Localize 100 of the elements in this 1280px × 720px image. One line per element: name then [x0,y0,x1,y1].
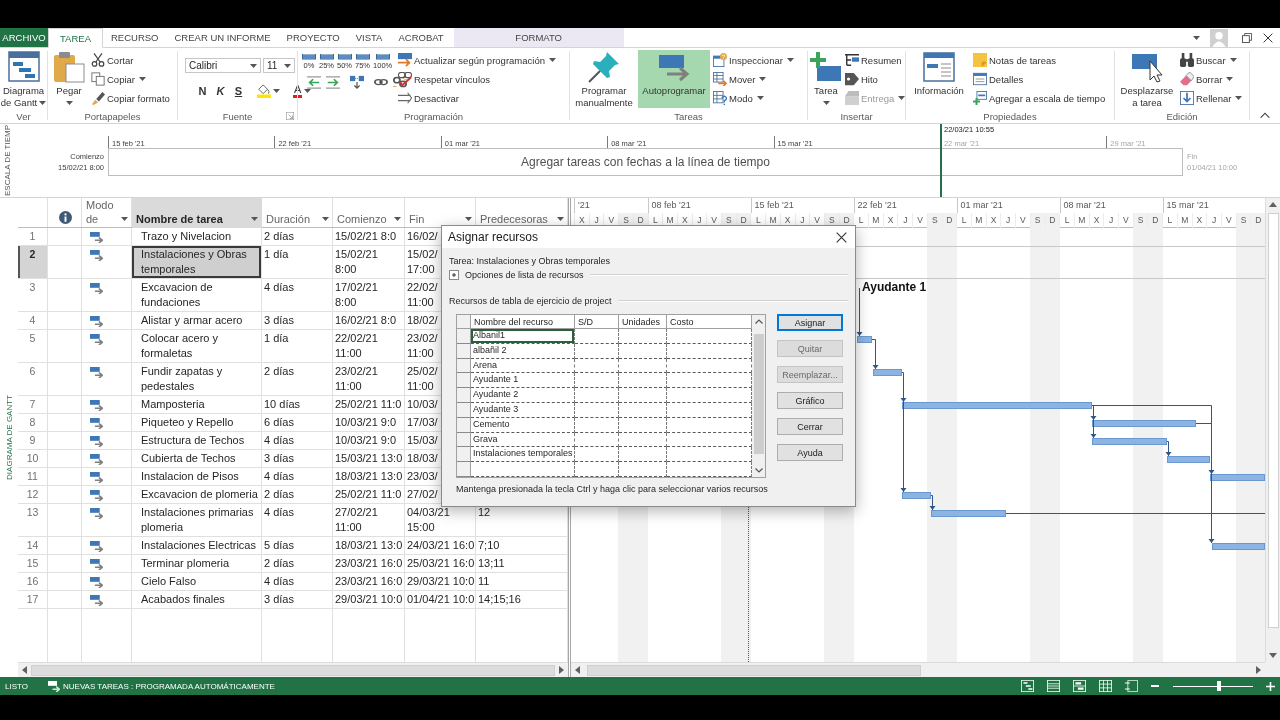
chevron-up-icon[interactable] [1260,112,1270,119]
chart-button[interactable]: Gráfico [777,392,843,409]
grid-cell[interactable] [667,358,752,374]
scrollbar-thumb[interactable] [31,664,555,676]
triangle-down-icon[interactable] [1269,653,1277,658]
ribbon-tab[interactable]: RECURSO [102,28,167,47]
assign-button[interactable]: Asignar [777,314,843,331]
ribbon-tab[interactable]: FORMATO [453,28,624,47]
close-icon[interactable] [836,231,847,243]
grid-cell[interactable] [619,447,667,463]
column-header[interactable]: Nombre de tarea [132,198,262,228]
grid-view-icon[interactable] [1099,680,1112,692]
bold-button[interactable]: N [195,83,210,99]
grid-cell[interactable] [575,388,619,403]
grid-column-header[interactable]: Nombre del recurso [471,315,575,329]
column-header[interactable]: Duración [262,198,333,228]
row-selector[interactable] [457,373,471,389]
split-bar-icon[interactable] [350,75,364,89]
resource-name[interactable]: Ayudante 1 [471,373,575,389]
update-schedule-button[interactable]: Actualizar según programación [397,51,557,69]
inactivate-button[interactable]: Desactivar [397,89,557,107]
format-painter-button[interactable]: Copiar formato [90,89,171,107]
column-header[interactable]: Comienzo [333,198,405,228]
restore-icon[interactable] [1242,32,1252,43]
timeline-bar[interactable]: Agregar tareas con fechas a la línea de tiempo [108,148,1183,176]
triangle-up-icon[interactable] [1269,202,1277,207]
horizontal-scrollbar[interactable] [571,662,1265,677]
grid-cell[interactable] [667,447,752,463]
plus-box-icon[interactable] [449,270,459,280]
close-button[interactable]: Cerrar [777,418,843,435]
broken-chain-icon[interactable] [393,76,407,88]
scrollbar-thumb[interactable] [1267,213,1279,628]
information-button[interactable]: Información [908,50,970,108]
grid-cell[interactable] [575,447,619,463]
grid-cell[interactable] [619,358,667,374]
chevron-up-icon[interactable] [754,319,763,324]
grid-cell[interactable] [667,417,752,433]
manual-schedule-button[interactable]: Programar manualmente [572,50,636,108]
gantt-chart-button[interactable]: Diagrama de Gantt [0,50,47,108]
ribbon-tab[interactable]: VISTA [347,28,391,47]
grid-cell[interactable] [619,388,667,403]
vertical-scrollbar[interactable] [1265,198,1280,662]
grid-cell[interactable] [667,403,752,418]
grid-cell[interactable] [575,403,619,418]
column-header[interactable]: Predecesoras [476,198,568,228]
row-selector[interactable] [457,462,471,477]
summary-button[interactable]: Resumen [844,51,907,69]
close-icon[interactable] [1263,32,1273,43]
column-header[interactable]: Fin [405,198,476,228]
grid-cell[interactable] [667,388,752,403]
row-selector[interactable] [457,447,471,463]
ribbon-tab[interactable]: ACROBAT [390,28,452,47]
grid-cell[interactable] [575,373,619,389]
add-to-timeline-button[interactable]: Agregar a escala de tiempo [972,89,1107,107]
resource-name[interactable]: Ayudante 2 [471,388,575,403]
grid-column-header[interactable]: Unidades [619,315,667,329]
scrollbar-thumb[interactable] [753,334,764,454]
row-selector[interactable] [457,329,471,344]
ribbon-tab[interactable]: PROYECTO [278,28,348,47]
grid-cell[interactable] [575,417,619,433]
resource-name[interactable]: Arena [471,358,575,374]
new-tasks-status[interactable]: NUEVAS TAREAS : PROGRAMADA AUTOMÁTICAMENTE [63,681,275,691]
chain-link-icon[interactable] [374,77,388,87]
details-button[interactable]: Detalles [972,70,1107,88]
resource-name[interactable]: albañil 2 [471,343,575,359]
scrollbar-thumb[interactable] [587,664,921,676]
plus-icon[interactable] [1266,681,1275,691]
grid-cell[interactable] [471,462,575,477]
options-toggle[interactable]: Opciones de lista de recursos [465,270,584,280]
ribbon-tab[interactable]: ARCHIVO [0,28,48,47]
grid-cell[interactable] [575,432,619,448]
grid-cell[interactable] [667,329,752,344]
inspect-button[interactable]: Inspeccionar [712,51,795,69]
grid-cell[interactable] [667,462,752,477]
grid-cell[interactable] [619,373,667,389]
column-header[interactable]: Modo de [82,198,132,228]
find-button[interactable]: Buscar [1179,51,1244,69]
fill-button[interactable]: Rellenar [1179,89,1244,107]
highlight-color-button[interactable] [255,83,282,99]
resource-name[interactable]: Ayudante 3 [471,403,575,418]
clear-button[interactable]: Borrar [1179,70,1244,88]
triangle-right-icon[interactable] [559,666,564,674]
triangle-left-icon[interactable] [22,666,27,674]
chevron-down-icon[interactable] [754,467,763,473]
grid-cell[interactable] [619,343,667,359]
page-view-icon[interactable] [1125,680,1138,692]
grid-cell[interactable] [619,403,667,418]
grid-cell[interactable] [619,462,667,477]
underline-button[interactable]: S [231,83,246,99]
grid-cell[interactable] [667,373,752,389]
table-view-icon[interactable] [1047,680,1060,692]
grid-cell[interactable] [667,432,752,448]
grid-cell[interactable] [575,462,619,477]
scroll-to-task-button[interactable]: Desplazarse a tarea [1117,50,1177,108]
copy-button[interactable]: Copiar [90,70,171,88]
vertical-scrollbar[interactable] [752,315,765,477]
grid-cell[interactable] [619,417,667,433]
zoom-slider-thumb[interactable] [1217,681,1222,691]
grid-column-header[interactable]: S/D [575,315,619,329]
paste-button[interactable]: Pegar [50,50,88,108]
